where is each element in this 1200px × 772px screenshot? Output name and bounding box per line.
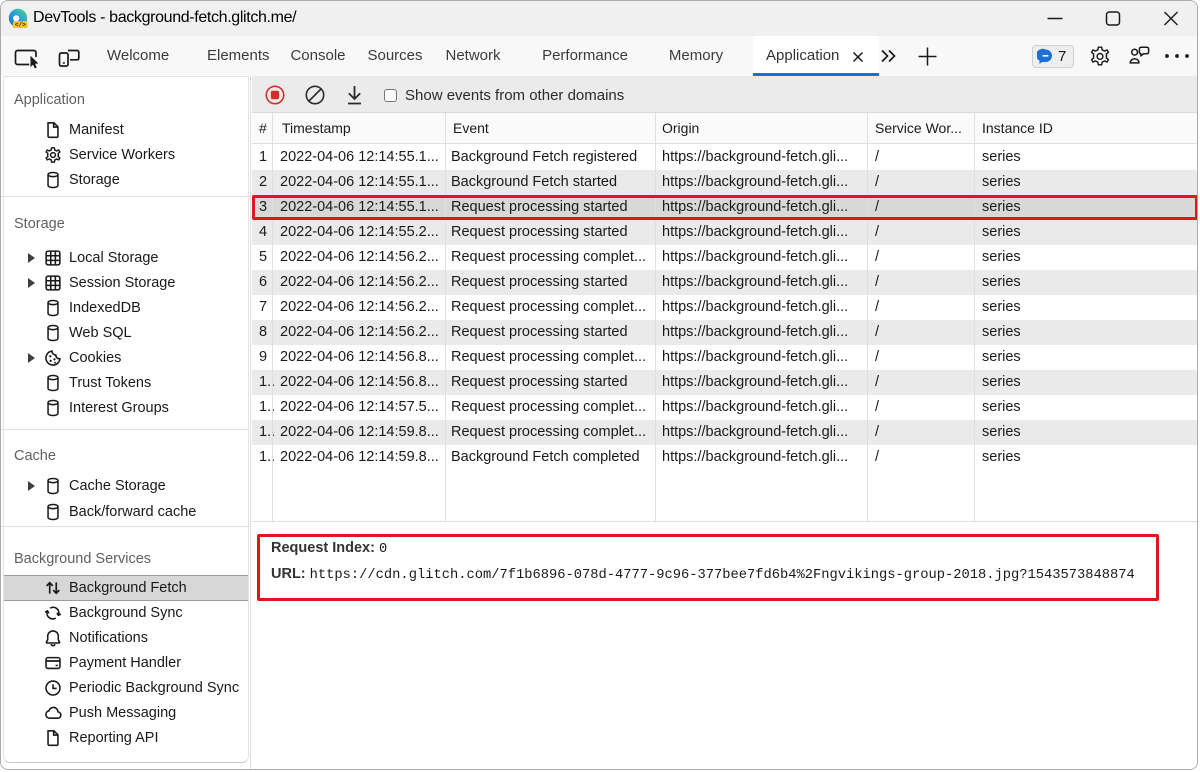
svg-text:</>: </> xyxy=(15,21,26,28)
